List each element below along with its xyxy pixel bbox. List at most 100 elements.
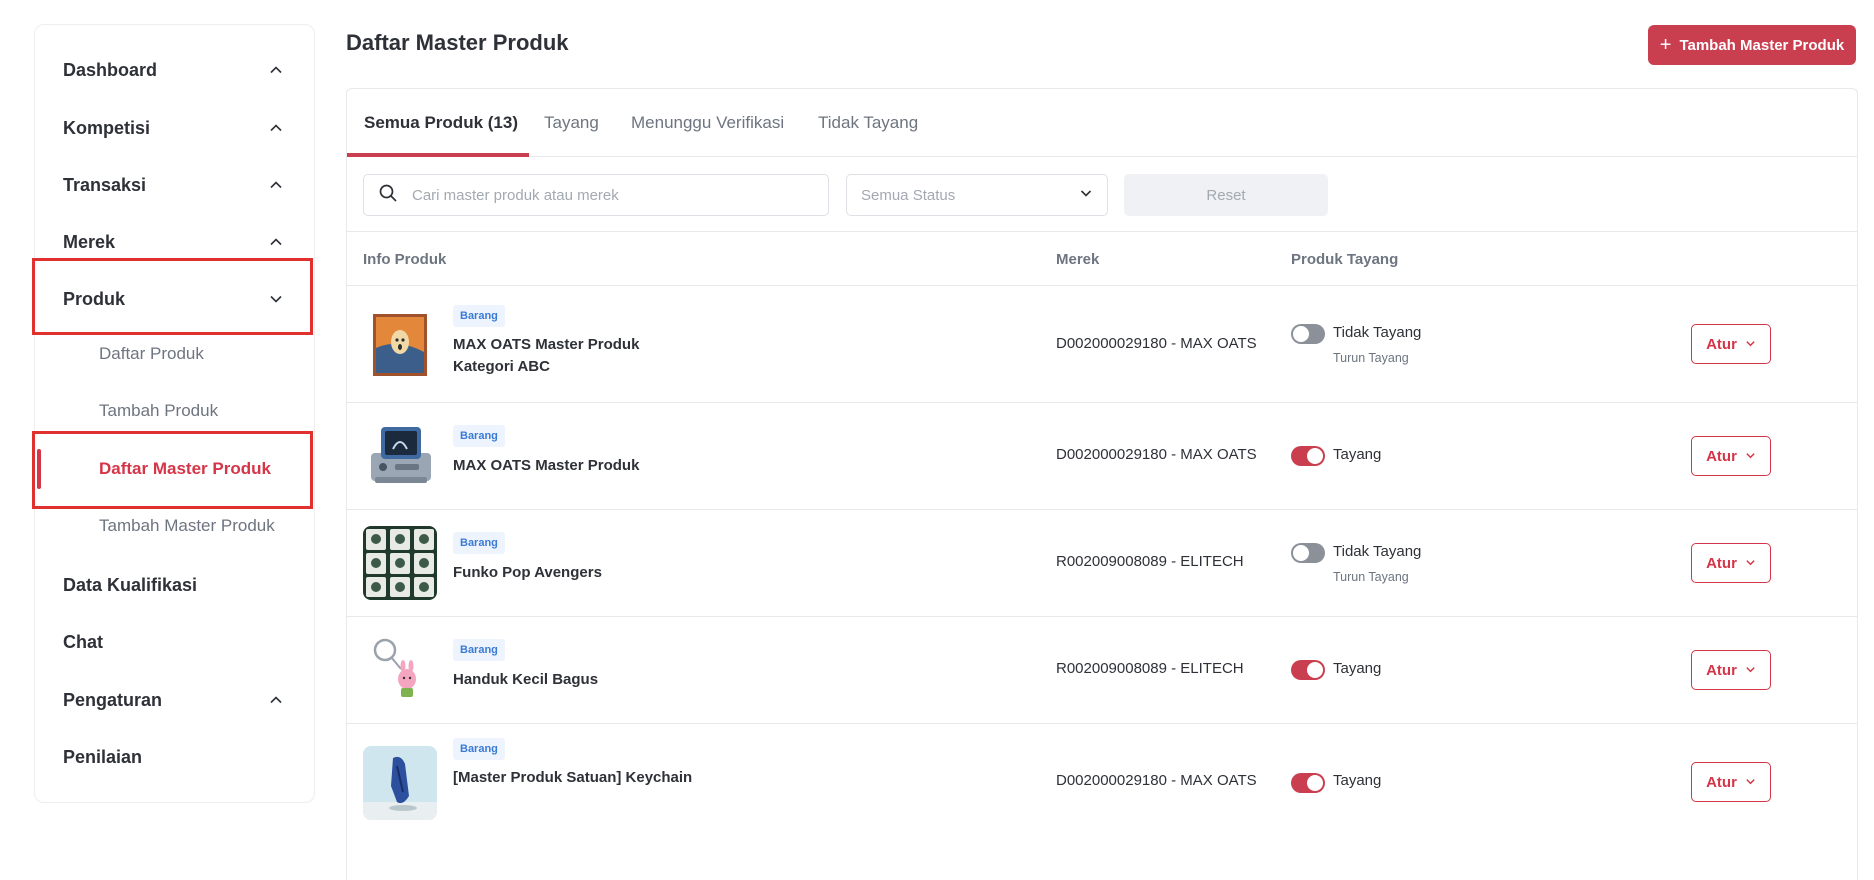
atur-label: Atur [1706,661,1737,679]
chevron-up-icon [266,690,286,710]
table-header: Info Produk Merek Produk Tayang [347,231,1857,286]
tayang-toggle[interactable] [1291,446,1325,466]
tab-label: Menunggu Verifikasi [631,113,785,132]
tayang-status: Tidak Tayang [1333,543,1422,560]
sidebar-subitem-label: Tambah Master Produk [99,516,275,535]
sidebar-item-label: Penilaian [63,746,143,767]
sidebar-item-label: Chat [63,631,103,652]
product-brand: D002000029180 - MAX OATS [1056,335,1257,352]
sidebar-subitem-tambah-produk[interactable]: Tambah Produk [35,391,314,431]
table-row: Barang MAX OATS Master Produk Kategori A… [347,286,1857,403]
product-card: Semua Produk (13) Tayang Menunggu Verifi… [346,88,1858,880]
tab-menunggu-verifikasi[interactable]: Menunggu Verifikasi [631,89,784,157]
chevron-down-icon [1745,448,1756,465]
product-name[interactable]: Handuk Kecil Bagus [453,669,703,691]
tayang-toggle[interactable] [1291,773,1325,793]
atur-button[interactable]: Atur [1691,436,1771,476]
sidebar-item-label: Pengaturan [63,689,163,710]
highlight-box-produk [32,258,313,335]
table-row: Barang Funko Pop Avengers R002009008089 … [347,510,1857,617]
search-input[interactable] [412,186,792,204]
tab-label: Tayang [544,113,599,132]
tab-tidak-tayang[interactable]: Tidak Tayang [818,89,918,157]
chevron-down-icon [1079,186,1093,204]
product-type-badge: Barang [453,532,505,554]
add-master-product-button[interactable]: + Tambah Master Produk [1648,25,1856,65]
chevron-up-icon [266,232,286,252]
tayang-toggle[interactable] [1291,660,1325,680]
product-name[interactable]: Funko Pop Avengers [453,562,703,584]
sidebar-item-merek[interactable]: Merek [35,222,314,262]
sidebar-item-label: Dashboard [63,59,158,80]
product-brand: D002000029180 - MAX OATS [1056,772,1257,789]
tayang-substatus: Turun Tayang [1333,351,1409,365]
sidebar-item-dashboard[interactable]: Dashboard [35,50,314,90]
product-brand: R002009008089 - ELITECH [1056,660,1244,677]
atur-button[interactable]: Atur [1691,543,1771,583]
toggle-knob [1293,326,1309,342]
atur-button[interactable]: Atur [1691,650,1771,690]
add-button-label: Tambah Master Produk [1679,36,1845,54]
highlight-box-daftar-master-produk [32,431,313,509]
sidebar-subitem-label: Daftar Produk [99,344,204,363]
product-thumbnail [363,526,437,600]
toggle-knob [1307,662,1323,678]
sidebar-item-label: Data Kualifikasi [63,574,198,595]
product-name[interactable]: MAX OATS Master Produk [453,455,703,477]
tab-label: Semua Produk (13) [364,113,518,132]
tayang-status: Tayang [1333,446,1382,463]
toggle-knob [1307,448,1323,464]
chevron-up-icon [266,118,286,138]
reset-button[interactable]: Reset [1124,174,1328,216]
chevron-up-icon [266,175,286,195]
chevron-up-icon [266,60,286,80]
sidebar-item-transaksi[interactable]: Transaksi [35,165,314,205]
toggle-knob [1307,775,1323,791]
sidebar-item-pengaturan[interactable]: Pengaturan [35,680,314,720]
column-header-produk-tayang: Produk Tayang [1291,251,1399,268]
product-name[interactable]: MAX OATS Master Produk Kategori ABC [453,334,703,378]
sidebar-subitem-label: Tambah Produk [99,401,219,420]
tab-semua-produk[interactable]: Semua Produk (13) [364,89,518,157]
chevron-down-icon [1745,555,1756,572]
tab-tayang[interactable]: Tayang [544,89,599,157]
product-name[interactable]: [Master Produk Satuan] Keychain [453,767,703,789]
atur-label: Atur [1706,447,1737,465]
tayang-status: Tayang [1333,772,1382,789]
sidebar-item-label: Kompetisi [63,117,151,138]
active-tab-indicator [347,153,529,157]
product-thumbnail [363,746,437,820]
tayang-status: Tayang [1333,660,1382,677]
tayang-toggle[interactable] [1291,324,1325,344]
product-type-badge: Barang [453,425,505,447]
status-select[interactable]: Semua Status [846,174,1108,216]
sidebar-item-data-kualifikasi[interactable]: Data Kualifikasi [35,565,314,605]
product-brand: D002000029180 - MAX OATS [1056,446,1257,463]
status-select-value: Semua Status [861,186,956,204]
sidebar: Dashboard Kompetisi Transaksi Merek Prod… [34,24,315,803]
atur-button[interactable]: Atur [1691,324,1771,364]
atur-label: Atur [1706,554,1737,572]
sidebar-item-label: Merek [63,231,116,252]
product-thumbnail [363,308,437,382]
sidebar-item-label: Transaksi [63,174,147,195]
atur-label: Atur [1706,773,1737,791]
page-title: Daftar Master Produk [346,30,569,55]
tayang-status: Tidak Tayang [1333,324,1422,341]
plus-icon: + [1659,34,1672,56]
sidebar-subitem-tambah-master-produk[interactable]: Tambah Master Produk [35,506,314,546]
sidebar-item-chat[interactable]: Chat [35,622,314,662]
sidebar-item-penilaian[interactable]: Penilaian [35,737,314,777]
toggle-knob [1293,545,1309,561]
product-thumbnail [363,419,437,493]
tayang-toggle[interactable] [1291,543,1325,563]
sidebar-subitem-daftar-produk[interactable]: Daftar Produk [35,334,314,374]
search-box [363,174,829,216]
chevron-down-icon [1745,336,1756,353]
atur-label: Atur [1706,335,1737,353]
atur-button[interactable]: Atur [1691,762,1771,802]
tab-bar: Semua Produk (13) Tayang Menunggu Verifi… [347,89,1857,157]
sidebar-item-kompetisi[interactable]: Kompetisi [35,108,314,148]
chevron-down-icon [1745,662,1756,679]
product-thumbnail [363,633,437,707]
